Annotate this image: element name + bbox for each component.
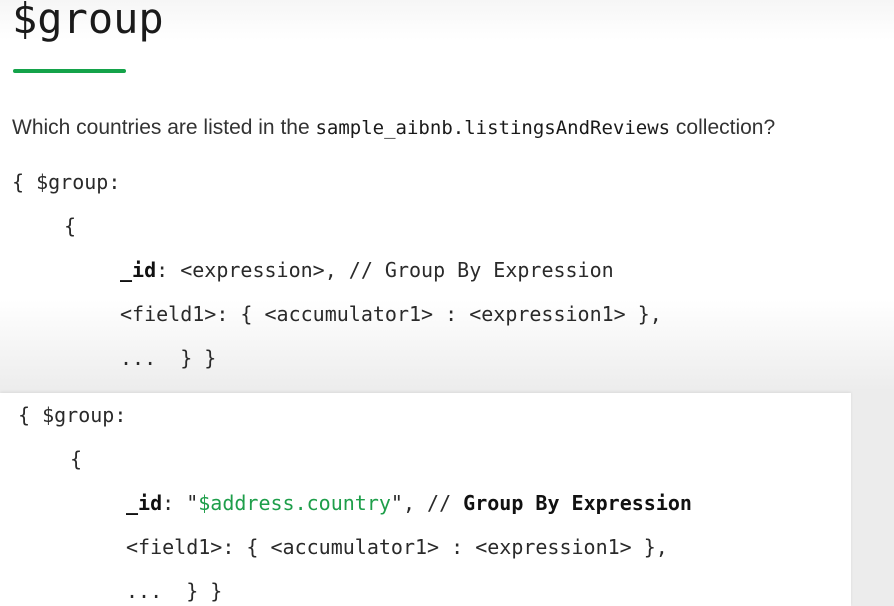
example-line-2: { <box>70 447 83 471</box>
example-id-key: _id <box>126 491 163 515</box>
code-line-4: <field1>: { <accumulator1> : <expression… <box>120 302 662 326</box>
example-colon: : " <box>162 491 199 515</box>
example-comment-marker: ", // <box>390 491 464 515</box>
address-country-value: $address.country <box>198 491 391 515</box>
example-comment: Group By Expression <box>463 491 692 515</box>
example-line-4: <field1>: { <accumulator1> : <expression… <box>126 535 668 559</box>
question-suffix: collection? <box>670 116 776 139</box>
question-prefix: Which countries are listed in the <box>12 116 316 139</box>
example-line-5: ... } } <box>126 579 223 603</box>
code-line-1: { $group: <box>12 170 121 194</box>
question-text: Which countries are listed in the sample… <box>12 116 775 140</box>
example-line-1: { $group: <box>18 403 127 427</box>
id-expression: : <expression>, // Group By Expression <box>156 258 614 282</box>
id-key: _id <box>120 258 157 282</box>
example-line-3: _id: "$address.country", // Group By Exp… <box>126 491 692 515</box>
slide-title: $group <box>12 0 164 43</box>
code-line-3: _id: <expression>, // Group By Expressio… <box>120 258 614 282</box>
code-line-2: { <box>64 214 77 238</box>
collection-name: sample_aibnb.listingsAndReviews <box>315 117 671 139</box>
example-code-panel: { $group: { _id: "$address.country", // … <box>0 393 851 606</box>
code-line-5: ... } } <box>120 346 217 370</box>
slide: $group Which countries are listed in the… <box>0 0 894 606</box>
title-underline <box>13 69 126 73</box>
